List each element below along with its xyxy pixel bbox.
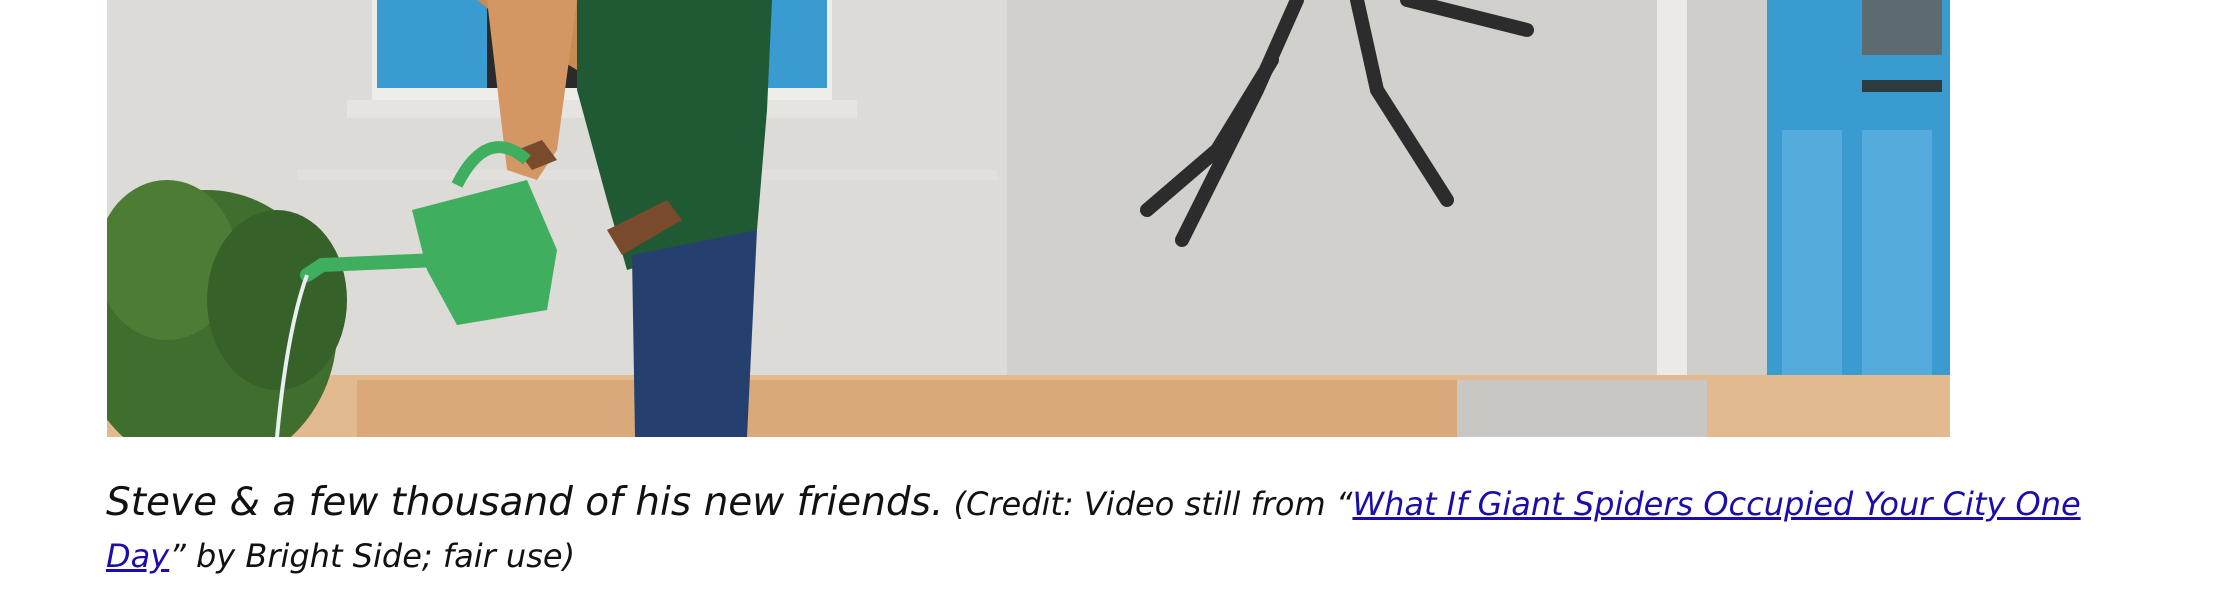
caption-credit-suffix: ” by Bright Side; fair use) [169,537,576,575]
figure-image [107,0,1950,437]
caption-credit-prefix: (Credit: Video still from “ [943,485,1353,523]
caption-main-text: Steve & a few thousand of his new friend… [106,480,944,525]
figure-caption: Steve & a few thousand of his new friend… [106,480,2146,585]
